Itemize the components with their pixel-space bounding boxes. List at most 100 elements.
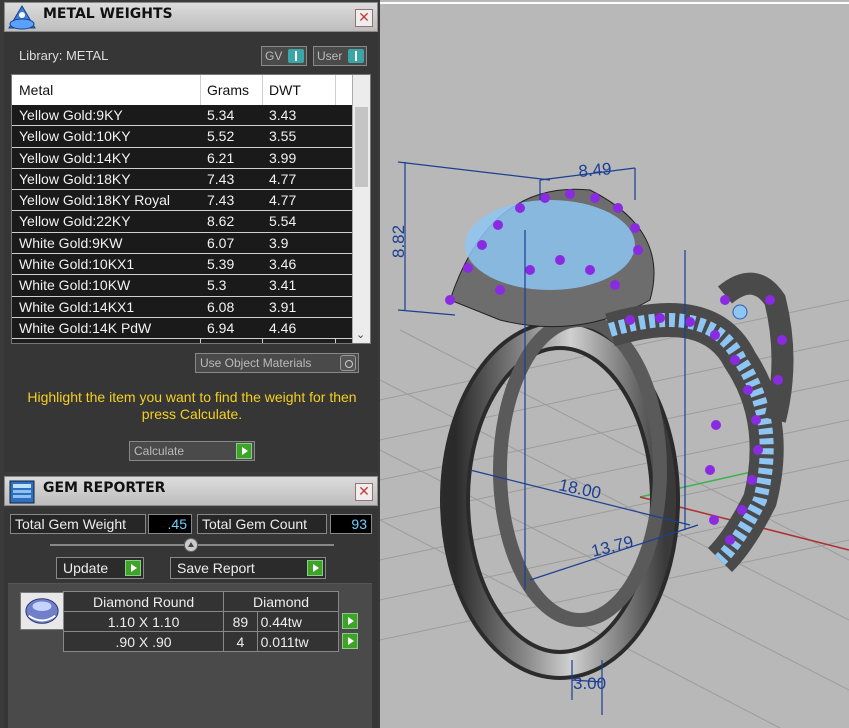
metal-name: White Gold:14KX1 [19, 298, 135, 315]
metal-weights-panel: Library: METAL GV User Metal Grams DWT Y… [4, 32, 378, 472]
metal-name: Yellow Gold:10KY [19, 128, 131, 145]
dwt-value: 5.54 [269, 213, 297, 230]
snake-eye [732, 304, 748, 320]
gem-weight: 0.44tw [256, 611, 358, 632]
user-toggle[interactable]: User [313, 46, 367, 66]
table-row[interactable]: Yellow Gold:22KY 8.62 5.54 [12, 211, 354, 233]
table-row[interactable]: Yellow Gold:14KY 6.21 3.99 [12, 147, 354, 169]
pave-stones [465, 200, 635, 290]
chevron-down-icon[interactable]: ⌄ [356, 328, 365, 341]
dimension-height-head: 8.82 [389, 225, 408, 258]
dwt-value: 3.55 [269, 128, 297, 145]
table-row[interactable]: Yellow Gold:10KY 5.52 3.55 [12, 126, 354, 148]
dwt-value: 3.43 [269, 107, 297, 123]
table-row[interactable]: Yellow Gold:18KY Royal 7.43 4.77 [12, 190, 354, 212]
gem-count: 89 [223, 611, 258, 632]
gem-weight-value: 0.011tw [260, 633, 309, 650]
table-row[interactable]: White Gold:14KX1 6.08 3.91 [12, 296, 354, 318]
grams-value: 7.43 [207, 170, 235, 187]
metal-name: Yellow Gold:18KY Royal [19, 192, 170, 209]
dwt-value: 3.99 [269, 149, 297, 166]
ring-inner-band [493, 313, 667, 627]
update-button[interactable]: Update [56, 557, 144, 579]
table-row[interactable]: Yellow Gold:18KY 7.43 4.77 [12, 168, 354, 191]
save-report-label: Save Report [177, 560, 255, 576]
dwt-value: 4.77 [269, 170, 297, 187]
instruction-text: Highlight the item you want to find the … [27, 389, 357, 422]
table-row[interactable]: White Gold:10KW 5.3 3.41 [12, 275, 354, 297]
grams-value: 5.39 [207, 256, 235, 273]
gem-weight: 0.011tw [256, 631, 358, 652]
table-row[interactable]: White Gold:14K PdW 6.94 4.46 [12, 317, 354, 340]
dwt-value: 3.41 [269, 277, 297, 294]
metal-name: Yellow Gold:22KY [19, 213, 131, 230]
grams-value: 6.08 [207, 298, 235, 315]
grams-value: 7.43 [207, 192, 235, 209]
metal-table-header: Metal Grams DWT [12, 75, 354, 105]
total-gem-count-value: 93 [330, 514, 372, 534]
dwt-value: 4.46 [269, 319, 297, 336]
metal-weights-titlebar[interactable]: METAL WEIGHTS ✕ [4, 2, 378, 32]
round-diamond-icon [20, 592, 64, 630]
grams-value: 5.34 [207, 107, 235, 123]
gem-reporter-panel: Total Gem Weight .45 Total Gem Count 93 … [4, 508, 378, 728]
scrollbar-thumb[interactable] [355, 107, 368, 187]
gem-type-header: Diamond [223, 591, 339, 612]
dwt-value: 3.46 [269, 256, 297, 273]
calculate-button[interactable]: Calculate [129, 441, 255, 461]
metal-name: White Gold:10KW [19, 277, 131, 294]
total-gem-weight-value: .45 [148, 514, 192, 534]
gv-toggle-label: GV [265, 49, 283, 63]
viewport-canvas[interactable]: 8.49 8.82 18.00 13.79 3.00 [380, 0, 849, 728]
gem-count: 4 [223, 631, 258, 652]
gem-weight-value: 0.44tw [260, 613, 302, 630]
collapse-handle-icon[interactable] [184, 538, 198, 552]
left-panel: METAL WEIGHTS ✕ Library: METAL GV User M… [0, 0, 380, 728]
matrix-logo-icon [8, 5, 36, 30]
dimension-band-width: 3.00 [573, 674, 606, 693]
metal-weights-title: METAL WEIGHTS [43, 6, 173, 22]
play-arrow-icon [307, 560, 323, 576]
use-object-materials-toggle[interactable]: Use Object Materials [195, 353, 359, 373]
save-report-button[interactable]: Save Report [170, 557, 326, 579]
column-metal[interactable]: Metal [19, 82, 53, 98]
metal-name: White Gold:14K PdW [19, 319, 152, 336]
column-grams[interactable]: Grams [207, 82, 249, 98]
radio-icon [340, 355, 356, 371]
play-arrow-icon [236, 443, 252, 459]
close-icon[interactable]: ✕ [355, 9, 373, 27]
dimension-outer-diameter: 18.00 [557, 475, 603, 502]
play-arrow-icon[interactable] [342, 633, 358, 649]
gem-reporter-icon [9, 480, 35, 504]
use-object-materials-label: Use Object Materials [200, 356, 312, 370]
play-arrow-icon[interactable] [342, 613, 358, 629]
gem-reporter-title: GEM REPORTER [43, 480, 166, 496]
metal-table[interactable]: Metal Grams DWT Yellow Gold:9KY 5.34 3.43 … [11, 74, 371, 344]
total-gem-count-label: Total Gem Count [197, 514, 327, 534]
table-row[interactable]: Yellow Gold:9KY 5.34 3.43 [12, 105, 354, 127]
table-row[interactable]: White Gold:9KW 6.07 3.9 [12, 232, 354, 255]
grams-value: 8.62 [207, 213, 235, 230]
play-arrow-icon [125, 560, 141, 576]
table-row[interactable]: .90 X .90 4 0.011tw [62, 631, 358, 652]
grams-value: 6.07 [207, 234, 235, 251]
gem-table: Diamond Round Diamond 1.10 X 1.10 89 0.4… [62, 591, 358, 652]
total-gem-weight-label: Total Gem Weight [10, 514, 146, 534]
table-row[interactable]: 1.10 X 1.10 89 0.44tw [62, 611, 358, 632]
table-scrollbar[interactable]: ⌄ [352, 75, 370, 343]
gem-shape-header: Diamond Round [62, 591, 225, 612]
column-dwt[interactable]: DWT [269, 82, 301, 98]
dwt-value: 3.9 [269, 234, 289, 251]
grams-value: 6.94 [207, 319, 235, 336]
gv-toggle[interactable]: GV [261, 46, 307, 66]
metal-name: Yellow Gold:9KY [19, 107, 123, 123]
metal-name: White Gold:10KX1 [19, 256, 135, 273]
gem-reporter-titlebar[interactable]: GEM REPORTER ✕ [4, 476, 378, 506]
metal-name: Yellow Gold:14KY [19, 149, 131, 166]
table-row[interactable]: White Gold:10KX1 5.39 3.46 [12, 254, 354, 276]
3d-viewport[interactable]: 8.49 8.82 18.00 13.79 3.00 [380, 0, 849, 728]
toggle-switch-icon [348, 49, 364, 63]
grams-value: 5.3 [207, 277, 227, 294]
user-toggle-label: User [317, 49, 343, 63]
close-icon[interactable]: ✕ [355, 483, 373, 501]
